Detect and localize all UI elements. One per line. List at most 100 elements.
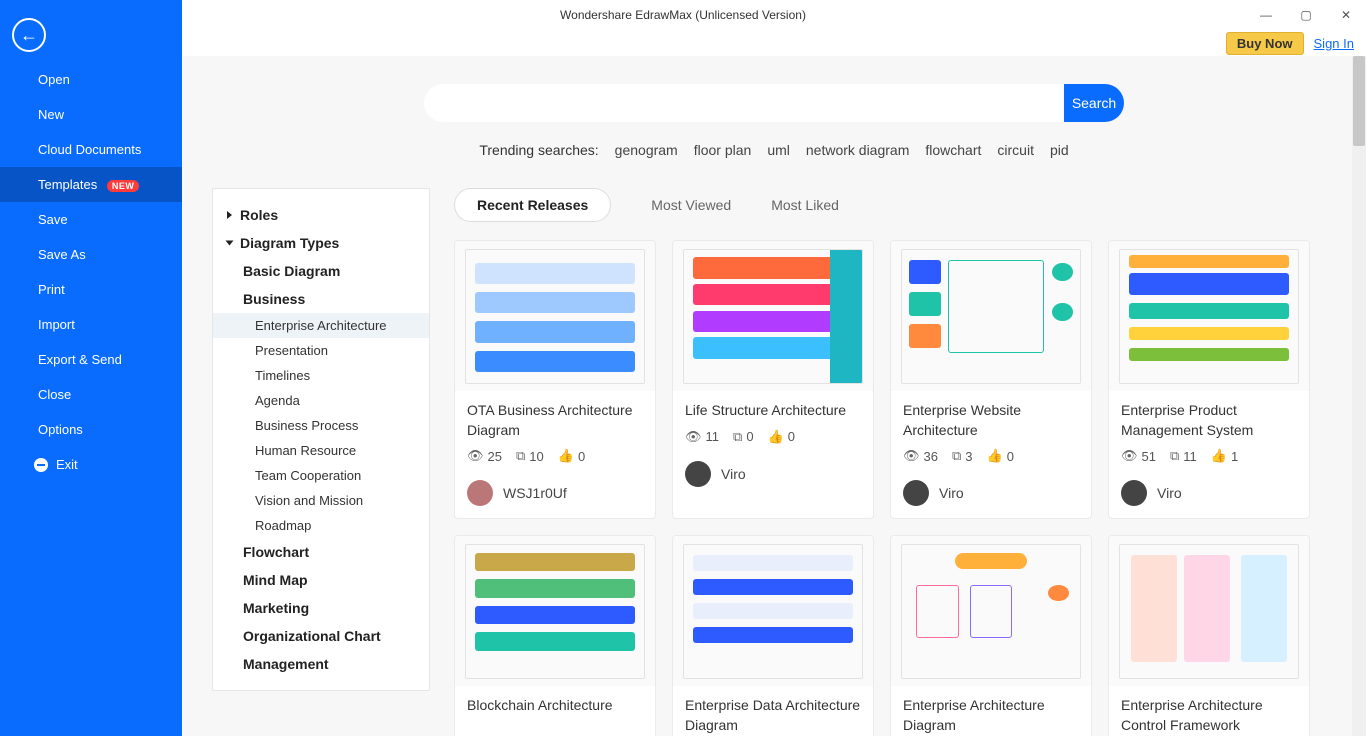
template-card[interactable]: Enterprise Data Architecture Diagram	[672, 535, 874, 736]
tree-label: Diagram Types	[240, 235, 339, 251]
tree-leaf-enterprise-architecture[interactable]: Enterprise Architecture	[213, 313, 429, 338]
tree-leaf[interactable]: Presentation	[213, 338, 429, 363]
sidebar-item-exit[interactable]: Exit	[0, 447, 182, 482]
template-card[interactable]: Enterprise Website Architecture 👁36 ⧉3 👍…	[890, 240, 1092, 519]
sidebar-item-new[interactable]: New	[0, 97, 182, 132]
tree-leaf[interactable]: Roadmap	[213, 513, 429, 538]
template-stats: 👁36 ⧉3 👍0	[891, 444, 1091, 472]
template-thumbnail	[455, 241, 655, 391]
filter-tabs: Recent Releases Most Viewed Most Liked	[454, 188, 1356, 222]
likes-count: 0	[1007, 449, 1014, 464]
copy-icon: ⧉	[516, 448, 525, 464]
tree-item[interactable]: Basic Diagram	[213, 257, 429, 285]
buy-now-button[interactable]: Buy Now	[1226, 32, 1304, 55]
template-card[interactable]: Enterprise Architecture Control Framewor…	[1108, 535, 1310, 736]
views-count: 11	[706, 429, 720, 444]
trending-term[interactable]: genogram	[615, 142, 678, 158]
trending-term[interactable]: flowchart	[925, 142, 981, 158]
eye-icon: 👁	[685, 429, 702, 445]
template-panel: Recent Releases Most Viewed Most Liked	[454, 188, 1356, 736]
trending-label: Trending searches:	[479, 142, 598, 158]
sidebar-item-options[interactable]: Options	[0, 412, 182, 447]
tree-item[interactable]: Management	[213, 650, 429, 678]
tree-section-diagram-types[interactable]: Diagram Types	[213, 229, 429, 257]
sidebar-item-saveas[interactable]: Save As	[0, 237, 182, 272]
tree-leaf[interactable]: Team Cooperation	[213, 463, 429, 488]
filter-most-liked[interactable]: Most Liked	[771, 197, 839, 213]
sidebar-item-cloud[interactable]: Cloud Documents	[0, 132, 182, 167]
tree-leaf[interactable]: Human Resource	[213, 438, 429, 463]
likes-count: 0	[788, 429, 795, 444]
filter-recent[interactable]: Recent Releases	[454, 188, 611, 222]
copy-icon: ⧉	[733, 429, 742, 445]
sidebar-item-label: Import	[38, 317, 75, 332]
tree-item[interactable]: Mind Map	[213, 566, 429, 594]
tree-leaf[interactable]: Business Process	[213, 413, 429, 438]
minimize-button[interactable]: —	[1246, 0, 1286, 30]
sidebar-item-export[interactable]: Export & Send	[0, 342, 182, 377]
search-input[interactable]	[424, 84, 1064, 122]
copies-count: 11	[1183, 449, 1197, 464]
tree-leaf[interactable]: Timelines	[213, 363, 429, 388]
template-author: Viro	[891, 472, 1091, 518]
trending-term[interactable]: uml	[767, 142, 790, 158]
sidebar-item-label: Close	[38, 387, 71, 402]
sign-in-link[interactable]: Sign In	[1314, 36, 1354, 51]
trending-term[interactable]: network diagram	[806, 142, 910, 158]
template-title: Enterprise Architecture Diagram	[891, 686, 1091, 736]
template-thumbnail	[891, 241, 1091, 391]
template-grid: OTA Business Architecture Diagram 👁25 ⧉1…	[454, 240, 1356, 736]
author-name: Viro	[939, 485, 964, 501]
exit-icon	[34, 458, 48, 472]
trending-term[interactable]: pid	[1050, 142, 1069, 158]
avatar	[685, 461, 711, 487]
scrollbar-track[interactable]	[1352, 56, 1366, 736]
sidebar-item-templates[interactable]: Templates NEW	[0, 167, 182, 202]
caret-down-icon	[226, 241, 234, 246]
template-card[interactable]: Blockchain Architecture	[454, 535, 656, 736]
search-wrap: Search	[182, 84, 1366, 122]
sidebar-item-save[interactable]: Save	[0, 202, 182, 237]
template-card[interactable]: Life Structure Architecture 👁11 ⧉0 👍0 Vi…	[672, 240, 874, 519]
sidebar-item-close[interactable]: Close	[0, 377, 182, 412]
sidebar-item-print[interactable]: Print	[0, 272, 182, 307]
window-title: Wondershare EdrawMax (Unlicensed Version…	[560, 8, 806, 22]
tree-leaf[interactable]: Vision and Mission	[213, 488, 429, 513]
sidebar-item-label: Export & Send	[38, 352, 122, 367]
close-window-button[interactable]: ✕	[1326, 0, 1366, 30]
copies-count: 0	[746, 429, 753, 444]
template-title: Enterprise Architecture Control Framewor…	[1109, 686, 1309, 736]
sidebar-item-label: Open	[38, 72, 70, 87]
sidebar: ← Open New Cloud Documents Templates NEW…	[0, 0, 182, 736]
back-button[interactable]: ←	[12, 18, 46, 52]
like-icon: 👍	[1211, 448, 1227, 464]
filter-most-viewed[interactable]: Most Viewed	[651, 197, 731, 213]
tree-section-roles[interactable]: Roles	[213, 201, 429, 229]
tree-item[interactable]: Flowchart	[213, 538, 429, 566]
template-stats: 👁11 ⧉0 👍0	[673, 425, 873, 453]
sidebar-item-open[interactable]: Open	[0, 62, 182, 97]
template-card[interactable]: OTA Business Architecture Diagram 👁25 ⧉1…	[454, 240, 656, 519]
tree-item[interactable]: Organizational Chart	[213, 622, 429, 650]
tree-item[interactable]: Marketing	[213, 594, 429, 622]
template-card[interactable]: Enterprise Product Management System 👁51…	[1108, 240, 1310, 519]
trending-term[interactable]: floor plan	[694, 142, 752, 158]
search-button[interactable]: Search	[1064, 84, 1124, 122]
eye-icon: 👁	[903, 448, 920, 464]
tree-leaf[interactable]: Agenda	[213, 388, 429, 413]
template-thumbnail	[891, 536, 1091, 686]
scrollbar-thumb[interactable]	[1353, 56, 1365, 146]
maximize-button[interactable]: ▢	[1286, 0, 1326, 30]
content-area: Search Trending searches: genogram floor…	[182, 56, 1366, 736]
sidebar-item-import[interactable]: Import	[0, 307, 182, 342]
template-title: Life Structure Architecture	[673, 391, 873, 425]
template-author: Viro	[1109, 472, 1309, 518]
copies-count: 10	[529, 449, 543, 464]
template-card[interactable]: Enterprise Architecture Diagram	[890, 535, 1092, 736]
new-badge: NEW	[107, 180, 140, 192]
sidebar-item-label: Exit	[56, 457, 78, 472]
copy-icon: ⧉	[1170, 448, 1179, 464]
header-actions: Buy Now Sign In	[0, 30, 1366, 56]
trending-term[interactable]: circuit	[997, 142, 1034, 158]
tree-item-business[interactable]: Business	[213, 285, 429, 313]
